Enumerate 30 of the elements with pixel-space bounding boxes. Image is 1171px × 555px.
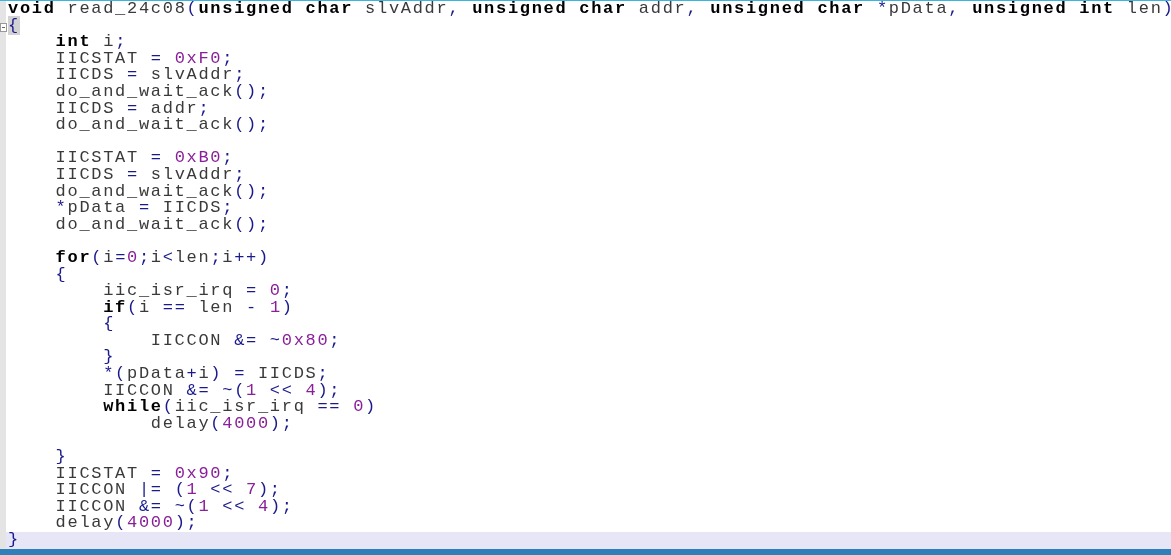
code-line: } <box>54 449 68 466</box>
code-line: { <box>54 266 68 284</box>
code-line: IICDS = addr; <box>54 100 211 118</box>
code-line: do_and_wait_ack(); <box>54 83 270 101</box>
code-line: *(pData+i) = IICDS; <box>102 366 330 383</box>
code-line: delay(4000); <box>54 515 199 532</box>
code-line: IICCON |= (1 << 7); <box>54 482 282 499</box>
code-line: IICDS = slvAddr; <box>54 67 247 84</box>
fold-toggle-icon[interactable] <box>0 22 7 32</box>
code-line: do_and_wait_ack(); <box>54 117 270 134</box>
code-line: if(i == len - 1) <box>102 299 294 317</box>
code-line: int i; <box>54 34 128 51</box>
code-line: } <box>102 349 116 367</box>
code-line: } <box>8 532 20 549</box>
code-line: void read_24c08(unsigned char slvAddr, unsigned char addr, unsigned char *pData, unsigned int len) <box>8 1 1171 18</box>
code-line: IICSTAT = 0x90; <box>54 465 235 483</box>
code-line: IICDS = slvAddr; <box>54 166 247 184</box>
code-line: IICSTAT = 0xB0; <box>54 150 235 167</box>
code-line: *pData = IICDS; <box>54 200 235 217</box>
code-line: { <box>102 316 116 333</box>
code-line: iic_isr_irq = 0; <box>102 283 294 300</box>
code-line: IICCON &= ~0x80; <box>149 332 342 350</box>
code-line: delay(4000); <box>149 415 294 433</box>
code-line: for(i=0;i<len;i++) <box>54 249 270 267</box>
code-line: IICSTAT = 0xF0; <box>54 50 235 68</box>
code-line: while(iic_isr_irq == 0) <box>102 399 377 416</box>
code-line: do_and_wait_ack(); <box>54 183 270 201</box>
code-line: do_and_wait_ack(); <box>54 216 270 234</box>
code-line: IICCON &= ~(1 << 4); <box>54 498 294 516</box>
code-line: IICCON &= ~(1 << 4); <box>102 382 342 400</box>
